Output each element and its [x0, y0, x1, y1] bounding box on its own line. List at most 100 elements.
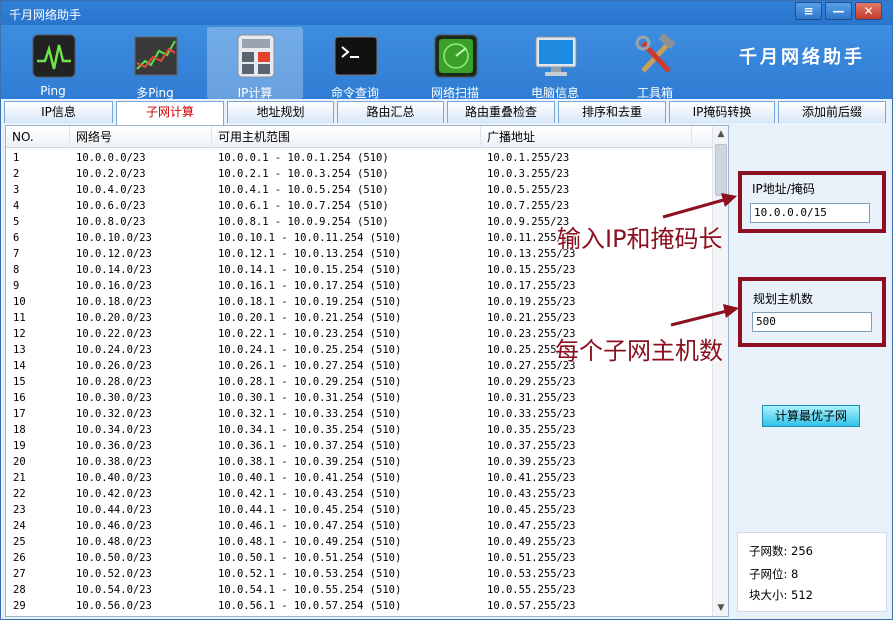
table-row[interactable]: 15 10.0.28.0/23 10.0.28.1 - 10.0.29.254 (5… [6, 374, 712, 390]
broadcast-address: 10.0.47.255/23 [487, 520, 576, 532]
column-header-no[interactable]: NO. [6, 126, 70, 148]
table-row[interactable]: 2 10.0.2.0/23 10.0.2.1 - 10.0.3.254 (510) 1… [6, 166, 712, 182]
host-range: 10.0.0.1 - 10.0.1.254 (510) [218, 152, 389, 164]
host-range: 10.0.2.1 - 10.0.3.254 (510) [218, 168, 389, 180]
table-row[interactable]: 25 10.0.48.0/23 10.0.48.1 - 10.0.49.254 (5… [6, 534, 712, 550]
tab-add-prefix-suffix[interactable]: 添加前后缀 [778, 101, 886, 123]
network-address: 10.0.24.0/23 [76, 344, 152, 356]
column-header-network[interactable]: 网络号 [70, 126, 212, 148]
network-address: 10.0.40.0/23 [76, 472, 152, 484]
arrow-to-hosts-icon [670, 304, 739, 327]
tool-multi-ping[interactable]: 多Ping [107, 27, 203, 100]
tool-computer-info[interactable]: 电脑信息 [507, 27, 603, 100]
main-toolbar: Ping 多Ping IP计算 命令查询 网络扫描 电脑信息 工具箱 千月网络助… [1, 25, 892, 100]
table-row[interactable]: 4 10.0.6.0/23 10.0.6.1 - 10.0.7.254 (510) 1… [6, 198, 712, 214]
tab-route-summary[interactable]: 路由汇总 [337, 101, 444, 123]
host-range: 10.0.40.1 - 10.0.41.254 (510) [218, 472, 402, 484]
network-address: 10.0.18.0/23 [76, 296, 152, 308]
broadcast-address: 10.0.57.255/23 [487, 600, 576, 612]
arrow-to-ip-icon [662, 193, 737, 219]
table-row[interactable]: 29 10.0.56.0/23 10.0.56.1 - 10.0.57.254 (5… [6, 598, 712, 614]
host-range: 10.0.30.1 - 10.0.31.254 (510) [218, 392, 402, 404]
host-range: 10.0.54.1 - 10.0.55.254 (510) [218, 584, 402, 596]
tab-ip-info[interactable]: IP信息 [4, 101, 113, 123]
scroll-down-icon[interactable]: ▼ [713, 600, 728, 616]
host-range: 10.0.44.1 - 10.0.45.254 (510) [218, 504, 402, 516]
broadcast-address: 10.0.3.255/23 [487, 168, 570, 180]
subnet-table[interactable]: NO. 网络号 可用主机范围 广播地址 1 10.0.0.0/23 10.0.0.1… [5, 125, 729, 617]
tab-address-plan[interactable]: 地址规划 [227, 101, 334, 123]
table-row[interactable]: 24 10.0.46.0/23 10.0.46.1 - 10.0.47.254 (5… [6, 518, 712, 534]
network-address: 10.0.2.0/23 [76, 168, 146, 180]
planned-hosts-input[interactable]: 500 [752, 312, 872, 332]
ping-monitor-icon [32, 34, 76, 78]
row-number: 3 [13, 184, 20, 196]
calculator-icon [237, 34, 275, 78]
title-bar[interactable]: 千月网络助手 ≡ — ✕ [1, 1, 892, 25]
table-row[interactable]: 18 10.0.34.0/23 10.0.34.1 - 10.0.35.254 (5… [6, 422, 712, 438]
row-number: 27 [13, 568, 26, 580]
table-row[interactable]: 1 10.0.0.0/23 10.0.0.1 - 10.0.1.254 (510) 1… [6, 150, 712, 166]
network-address: 10.0.0.0/23 [76, 152, 146, 164]
network-address: 10.0.26.0/23 [76, 360, 152, 372]
broadcast-address: 10.0.35.255/23 [487, 424, 576, 436]
network-address: 10.0.14.0/23 [76, 264, 152, 276]
tool-toolbox[interactable]: 工具箱 [607, 27, 703, 100]
table-row[interactable]: 22 10.0.42.0/23 10.0.42.1 - 10.0.43.254 (5… [6, 486, 712, 502]
minimize-button[interactable]: — [825, 2, 852, 20]
column-header-broadcast[interactable]: 广播地址 [481, 126, 692, 148]
scroll-thumb[interactable] [715, 144, 727, 196]
planned-hosts-label: 规划主机数 [753, 292, 814, 306]
tab-subnet-calc[interactable]: 子网计算 [116, 101, 224, 125]
annotation-ip-note: 输入IP和掩码长 [557, 225, 723, 253]
table-row[interactable]: 16 10.0.30.0/23 10.0.30.1 - 10.0.31.254 (5… [6, 390, 712, 406]
table-row[interactable]: 21 10.0.40.0/23 10.0.40.1 - 10.0.41.254 (5… [6, 470, 712, 486]
broadcast-address: 10.0.33.255/23 [487, 408, 576, 420]
tool-label: Ping [40, 84, 66, 98]
scroll-up-icon[interactable]: ▲ [713, 126, 728, 142]
network-address: 10.0.56.0/23 [76, 600, 152, 612]
host-range: 10.0.52.1 - 10.0.53.254 (510) [218, 568, 402, 580]
table-row[interactable]: 8 10.0.14.0/23 10.0.14.1 - 10.0.15.254 (51… [6, 262, 712, 278]
network-address: 10.0.10.0/23 [76, 232, 152, 244]
table-row[interactable]: 19 10.0.36.0/23 10.0.36.1 - 10.0.37.254 (5… [6, 438, 712, 454]
host-range: 10.0.34.1 - 10.0.35.254 (510) [218, 424, 402, 436]
host-range: 10.0.14.1 - 10.0.15.254 (510) [218, 264, 402, 276]
table-row[interactable]: 9 10.0.16.0/23 10.0.16.1 - 10.0.17.254 (51… [6, 278, 712, 294]
broadcast-address: 10.0.51.255/23 [487, 552, 576, 564]
table-row[interactable]: 23 10.0.44.0/23 10.0.44.1 - 10.0.45.254 (5… [6, 502, 712, 518]
host-range: 10.0.24.1 - 10.0.25.254 (510) [218, 344, 402, 356]
tab-sort-dedupe[interactable]: 排序和去重 [558, 101, 666, 123]
table-row[interactable]: 17 10.0.32.0/23 10.0.32.1 - 10.0.33.254 (5… [6, 406, 712, 422]
table-row[interactable]: 3 10.0.4.0/23 10.0.4.1 - 10.0.5.254 (510) 1… [6, 182, 712, 198]
broadcast-address: 10.0.43.255/23 [487, 488, 576, 500]
tab-route-overlap[interactable]: 路由重叠检查 [447, 101, 555, 123]
tool-network-scan[interactable]: 网络扫描 [407, 27, 503, 100]
column-header-host-range[interactable]: 可用主机范围 [212, 126, 481, 148]
row-number: 17 [13, 408, 26, 420]
ip-mask-input[interactable]: 10.0.0.0/15 [750, 203, 870, 223]
host-range: 10.0.20.1 - 10.0.21.254 (510) [218, 312, 402, 324]
row-number: 24 [13, 520, 26, 532]
tool-label: 工具箱 [636, 86, 673, 100]
table-row[interactable]: 10 10.0.18.0/23 10.0.18.1 - 10.0.19.254 (5… [6, 294, 712, 310]
table-row[interactable]: 20 10.0.38.0/23 10.0.38.1 - 10.0.39.254 (5… [6, 454, 712, 470]
tool-ip-calc[interactable]: IP计算 [207, 27, 303, 100]
tool-command-lookup[interactable]: 命令查询 [307, 27, 403, 100]
menu-button[interactable]: ≡ [795, 2, 822, 20]
row-number: 1 [13, 152, 20, 164]
row-number: 11 [13, 312, 26, 324]
calculate-subnet-button[interactable]: 计算最优子网 [762, 405, 860, 427]
table-row[interactable]: 27 10.0.52.0/23 10.0.52.1 - 10.0.53.254 (5… [6, 566, 712, 582]
close-button[interactable]: ✕ [855, 2, 882, 20]
host-range: 10.0.56.1 - 10.0.57.254 (510) [218, 600, 402, 612]
tool-ping[interactable]: Ping [5, 27, 101, 99]
tab-mask-convert[interactable]: IP掩码转换 [669, 101, 775, 123]
table-row[interactable]: 26 10.0.50.0/23 10.0.50.1 - 10.0.51.254 (5… [6, 550, 712, 566]
table-row[interactable]: 11 10.0.20.0/23 10.0.20.1 - 10.0.21.254 (5… [6, 310, 712, 326]
table-row[interactable]: 28 10.0.54.0/23 10.0.54.1 - 10.0.55.254 (5… [6, 582, 712, 598]
broadcast-address: 10.0.55.255/23 [487, 584, 576, 596]
network-address: 10.0.4.0/23 [76, 184, 146, 196]
tool-label: 多Ping [136, 86, 174, 100]
row-number: 26 [13, 552, 26, 564]
